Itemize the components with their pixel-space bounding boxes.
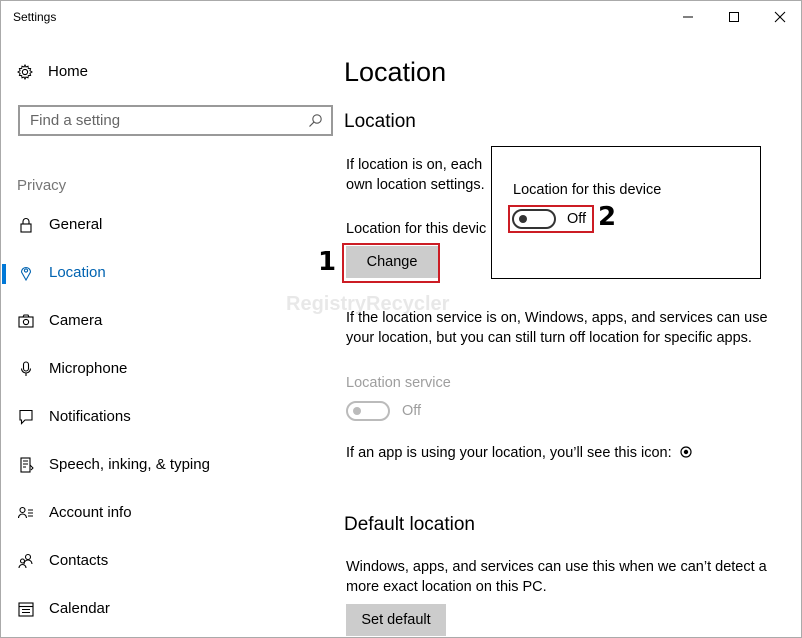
main-content: Location Location If location is on, eac…	[333, 33, 801, 637]
watermark: RegistryRecycler	[286, 293, 449, 316]
location-service-label: Location service	[346, 375, 451, 391]
page-title: Location	[344, 57, 447, 87]
popup-toggle-row: Off	[512, 209, 586, 229]
sidebar-item-label: Camera	[49, 312, 103, 329]
gear-icon	[17, 63, 33, 80]
location-service-toggle[interactable]	[346, 401, 390, 421]
privacy-section-label: Privacy	[17, 177, 67, 194]
device-location-popup: Location for this device Off	[491, 146, 761, 279]
location-service-state: Off	[402, 403, 422, 419]
sidebar-item-account-info[interactable]: Account info	[1, 493, 333, 533]
location-pin-icon	[18, 265, 34, 282]
microphone-icon	[18, 361, 34, 377]
location-in-use-icon	[680, 444, 692, 464]
sidebar-item-label: Contacts	[49, 552, 109, 569]
sidebar-item-label: Location	[49, 264, 106, 281]
maximize-button[interactable]	[711, 1, 757, 33]
calendar-icon	[18, 601, 34, 617]
close-icon	[774, 11, 786, 23]
search-box[interactable]	[18, 105, 333, 136]
contacts-icon	[18, 553, 34, 569]
sidebar-item-microphone[interactable]: Microphone	[1, 349, 333, 389]
account-info-icon	[17, 505, 34, 521]
lock-icon	[18, 217, 34, 233]
set-default-button[interactable]: Set default	[346, 604, 446, 636]
callout-number-2: 2	[598, 202, 617, 232]
minimize-icon	[682, 11, 694, 23]
device-location-state: Off	[567, 211, 587, 227]
popup-toggle-highlight: Off	[508, 205, 594, 233]
search-icon[interactable]	[308, 113, 323, 128]
default-location-description-line1: Windows, apps, and services can use this…	[346, 559, 767, 575]
sidebar-item-label: Speech, inking, & typing	[49, 456, 210, 473]
search-input[interactable]	[20, 107, 290, 134]
active-indicator	[2, 264, 6, 284]
toggle-knob	[353, 407, 361, 415]
watermark-text: RegistryRecycler	[286, 293, 450, 315]
sidebar-item-label: Notifications	[49, 408, 131, 425]
location-service-toggle-row: Off	[346, 401, 421, 421]
sidebar-item-label: Account info	[49, 504, 132, 521]
device-location-toggle[interactable]	[512, 209, 556, 229]
location-icon-note: If an app is using your location, you’ll…	[346, 443, 692, 464]
maximize-icon	[728, 11, 740, 23]
camera-icon	[18, 313, 34, 329]
sidebar-item-notifications[interactable]: Notifications	[1, 397, 333, 437]
sidebar-item-speech[interactable]: Speech, inking, & typing	[1, 445, 333, 485]
popup-device-label: Location for this device	[513, 182, 662, 198]
sidebar-item-calendar[interactable]: Calendar	[1, 589, 333, 629]
notifications-icon	[18, 409, 34, 425]
window-title: Settings	[13, 10, 57, 24]
title-bar[interactable]: Settings	[1, 1, 801, 33]
sidebar: Home Privacy General Location	[1, 33, 333, 637]
location-section-heading: Location	[344, 111, 416, 132]
sidebar-item-general[interactable]: General	[1, 205, 333, 245]
sidebar-item-label: Microphone	[49, 360, 128, 377]
close-button[interactable]	[757, 1, 801, 33]
sidebar-item-location[interactable]: Location	[1, 253, 333, 293]
sidebar-item-camera[interactable]: Camera	[1, 301, 333, 341]
toggle-knob	[519, 215, 527, 223]
callout-number-1: 1	[318, 247, 337, 277]
speech-icon	[18, 457, 34, 473]
settings-window: Settings Home Find a setting Privacy Gen…	[0, 0, 802, 638]
default-location-description-line2: more exact location on this PC.	[346, 579, 547, 595]
default-location-heading: Default location	[344, 514, 475, 535]
home-label: Home	[48, 63, 89, 80]
change-button-highlight	[342, 243, 440, 283]
service-description-line2: your location, but you can still turn of…	[346, 330, 752, 346]
minimize-button[interactable]	[665, 1, 711, 33]
sidebar-item-label: General	[49, 216, 103, 233]
sidebar-item-contacts[interactable]: Contacts	[1, 541, 333, 581]
sidebar-item-label: Calendar	[49, 600, 110, 617]
home-link[interactable]: Home	[17, 63, 88, 80]
location-icon-note-text: If an app is using your location, you’ll…	[346, 445, 672, 461]
